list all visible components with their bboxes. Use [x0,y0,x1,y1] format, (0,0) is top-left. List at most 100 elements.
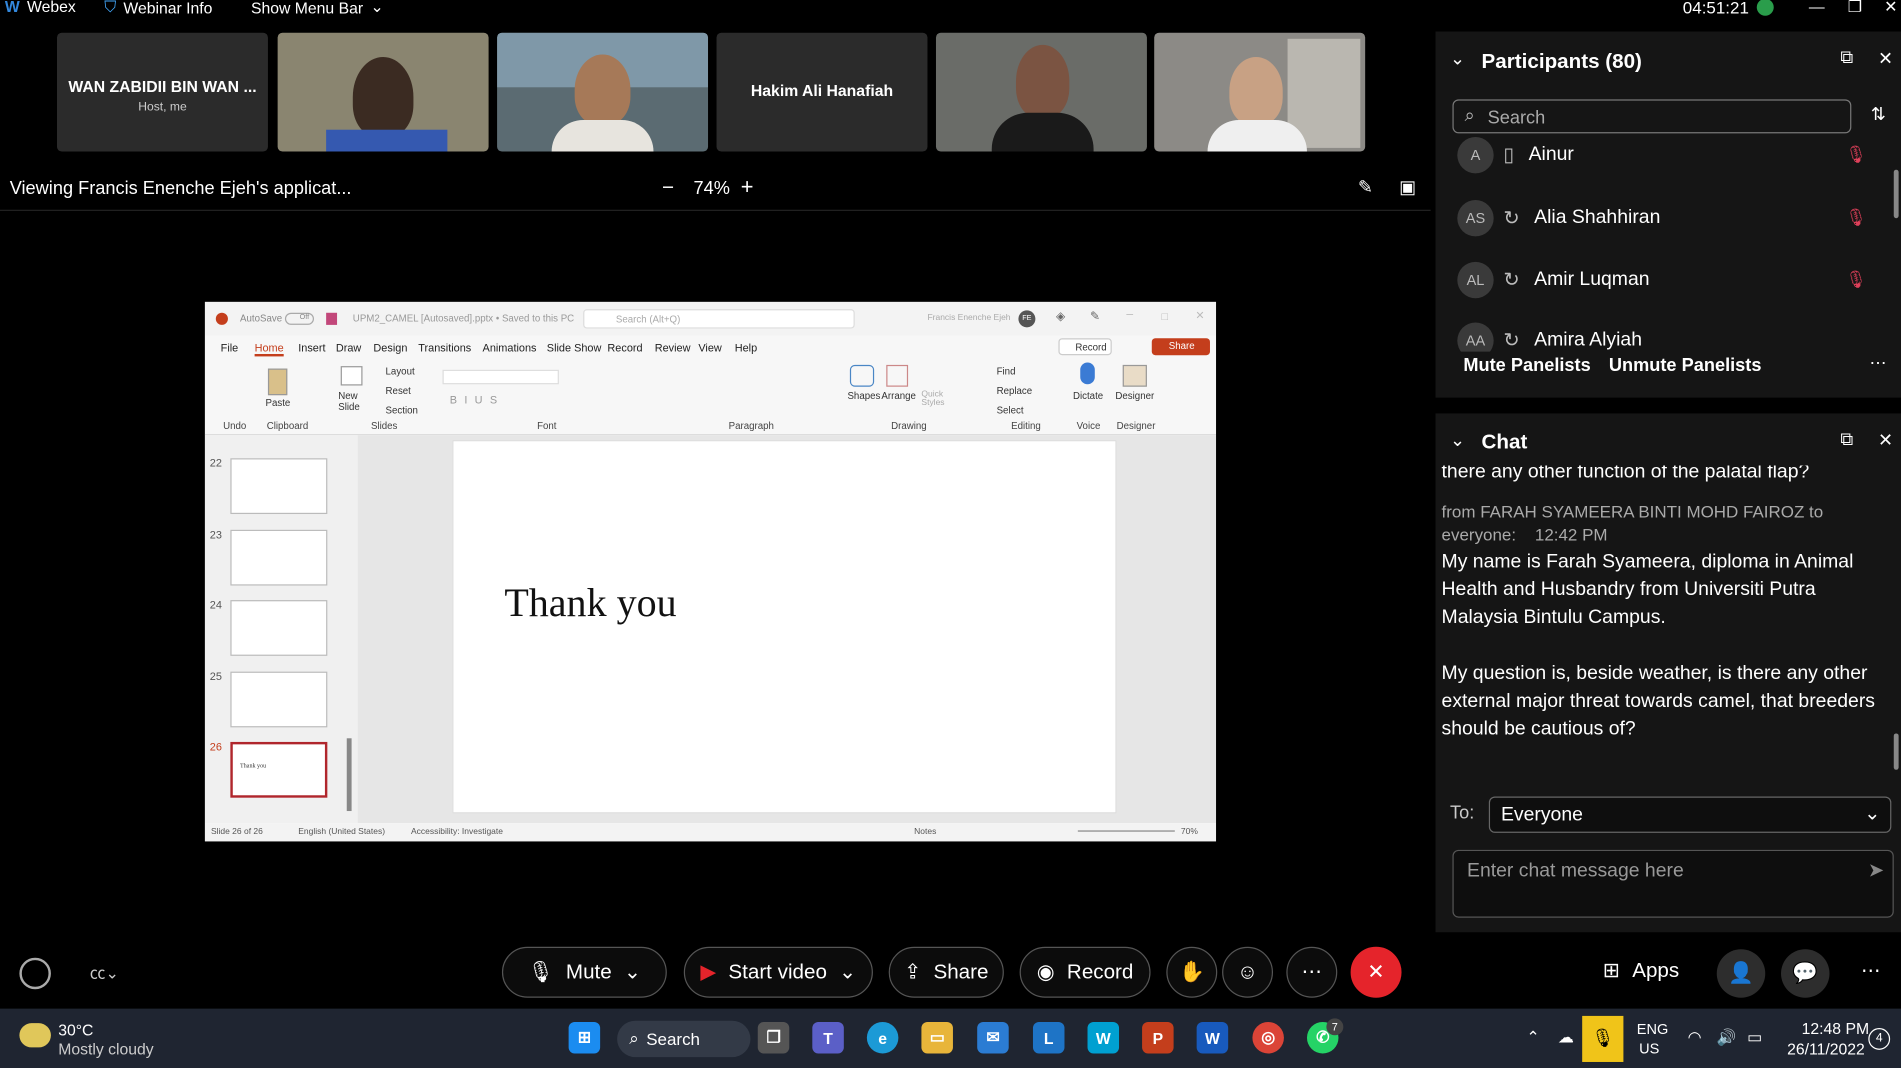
replace-button[interactable]: Replace [997,386,1033,397]
diamond-icon[interactable]: ◈ [1056,310,1065,323]
minimize-button[interactable]: — [1809,0,1825,16]
ppt-search-box[interactable]: Search (Alt+Q) [583,309,855,329]
designer-icon[interactable] [1122,364,1147,387]
reactions-button[interactable]: ☺ [1222,946,1274,998]
tab-slide-show[interactable]: Slide Show [547,342,602,354]
webex-taskbar-icon[interactable]: W [1087,1021,1120,1054]
ppt-user-avatar[interactable]: FE [1018,310,1036,328]
close-panel-icon[interactable]: ✕ [1878,47,1893,69]
mute-panelists-button[interactable]: Mute Panelists [1463,355,1590,376]
video-tile-2[interactable] [277,32,489,152]
raise-hand-button[interactable]: ✋ [1166,946,1218,998]
tab-view[interactable]: View [698,342,721,354]
ppt-restore-icon[interactable]: □ [1161,310,1168,322]
video-tile-6[interactable] [1154,32,1366,152]
collapse-participants-icon[interactable]: ⌄ [1450,47,1465,69]
tab-review[interactable]: Review [655,342,691,354]
show-menu-bar-button[interactable]: Show Menu Bar ⌄ [251,0,384,17]
word-taskbar-icon[interactable]: W [1196,1021,1229,1054]
pen-icon[interactable]: ✎ [1090,310,1100,323]
select-button[interactable]: Select [997,405,1024,416]
collapse-chat-icon[interactable]: ⌄ [1450,429,1465,451]
video-tile-hakim[interactable]: Hakim Ali Hanafiah [716,32,928,152]
tab-transitions[interactable]: Transitions [418,342,471,354]
notification-badge[interactable]: 4 [1868,1028,1891,1050]
apps-button[interactable]: ⊞ Apps [1603,959,1679,983]
screen-view-icon[interactable]: ▣ [1399,176,1416,198]
popout-icon[interactable]: ⧉ [1840,47,1853,68]
slide-thumbnail-25[interactable] [230,671,328,728]
save-icon[interactable] [326,312,338,325]
teams-icon[interactable]: T [812,1021,844,1054]
muted-mic-icon[interactable]: 🎙 [1846,207,1868,228]
chat-popout-icon[interactable]: ⧉ [1840,429,1853,450]
show-hidden-icons[interactable]: ⌃ [1526,1028,1539,1047]
participant-row[interactable]: A ▯ Ainur [1457,133,1574,179]
tab-record[interactable]: Record [607,342,642,354]
l-app-icon[interactable]: L [1032,1021,1065,1054]
tab-home[interactable]: Home [254,342,284,357]
recipient-select[interactable]: Everyone ⌄ [1488,796,1892,833]
wifi-icon[interactable]: ◠ [1688,1028,1702,1047]
thumbnail-scrollbar[interactable] [346,738,352,812]
powerpoint-taskbar-icon[interactable]: P [1142,1021,1174,1054]
font-name-box[interactable] [442,369,559,385]
layout-button[interactable]: Layout [386,366,415,377]
participant-row[interactable]: AS ↻ Alia Shahhiran [1457,194,1660,242]
participant-row[interactable]: AL ↻ Amir Luqman [1457,256,1650,304]
weather-icon[interactable] [19,1023,51,1048]
edge-icon[interactable]: e [866,1021,899,1054]
section-button[interactable]: Section [386,405,418,416]
leave-button[interactable]: ✕ [1350,946,1402,998]
tab-animations[interactable]: Animations [483,342,537,354]
participants-toggle-button[interactable]: 👤 [1716,949,1766,998]
arrange-icon[interactable] [886,364,909,387]
dictate-mic-icon[interactable] [1080,362,1095,385]
accessibility-label[interactable]: Accessibility: Investigate [411,828,503,836]
ppt-share-button[interactable]: Share [1151,338,1210,356]
shapes-icon[interactable] [849,364,875,387]
microphone-in-use-icon[interactable]: 🎙 [1582,1015,1624,1062]
close-window-button[interactable]: ✕ [1884,0,1897,17]
participant-search-input[interactable]: ⌕ Search [1452,99,1852,134]
reset-button[interactable]: Reset [386,386,411,397]
mail-icon[interactable]: ✉ [977,1021,1009,1054]
file-explorer-icon[interactable]: ▭ [921,1021,953,1054]
start-video-button[interactable]: ▶ Start video ⌄ [683,946,873,998]
participant-row[interactable]: AA ↻ Amira Alyiah [1457,316,1642,352]
paste-icon[interactable] [267,368,288,396]
task-view-icon[interactable]: ❐ [757,1021,790,1054]
participant-scrollbar[interactable] [1893,169,1899,219]
webinar-info-button[interactable]: ⛉ Webinar Info [104,0,212,17]
tab-design[interactable]: Design [373,342,407,354]
chat-close-icon[interactable]: ✕ [1878,429,1893,451]
find-button[interactable]: Find [997,366,1016,377]
slide-thumbnail-24[interactable] [230,600,328,656]
clock-time[interactable]: 12:48 PM [1802,1020,1869,1038]
share-button[interactable]: ⇪ Share [888,946,1004,998]
muted-mic-icon[interactable]: 🎙 [1846,144,1868,165]
slide-thumbnail-22[interactable] [230,458,328,515]
volume-icon[interactable]: 🔊 [1717,1028,1737,1047]
send-icon[interactable]: ➤ [1868,858,1884,882]
chat-message-input[interactable]: Enter chat message here ➤ [1452,849,1894,918]
tab-insert[interactable]: Insert [298,342,325,354]
unmute-panelists-button[interactable]: Unmute Panelists [1609,355,1762,376]
zoom-slider[interactable] [1077,830,1175,832]
ppt-record-button[interactable]: Record [1058,338,1112,356]
slide-thumbnail-23[interactable] [230,529,328,586]
taskbar-search[interactable]: ⌕ Search [617,1020,751,1058]
mute-button[interactable]: 🎙 Mute ⌄ [501,946,667,998]
ppt-close-icon[interactable]: ✕ [1195,309,1204,322]
video-tile-5[interactable] [935,32,1147,152]
webex-menu[interactable]: W Webex [5,0,76,16]
autosave-toggle[interactable]: Off [284,312,315,325]
onedrive-icon[interactable]: ☁ [1558,1028,1574,1047]
restore-button[interactable]: ❐ [1848,0,1862,17]
sort-icon[interactable]: ⇅ [1871,103,1886,125]
activity-icon[interactable] [19,957,51,990]
zoom-in-button[interactable]: + [741,175,754,200]
muted-mic-icon[interactable]: 🎙 [1846,269,1868,290]
new-slide-icon[interactable] [340,366,363,386]
battery-icon[interactable]: ▭ [1747,1028,1762,1047]
